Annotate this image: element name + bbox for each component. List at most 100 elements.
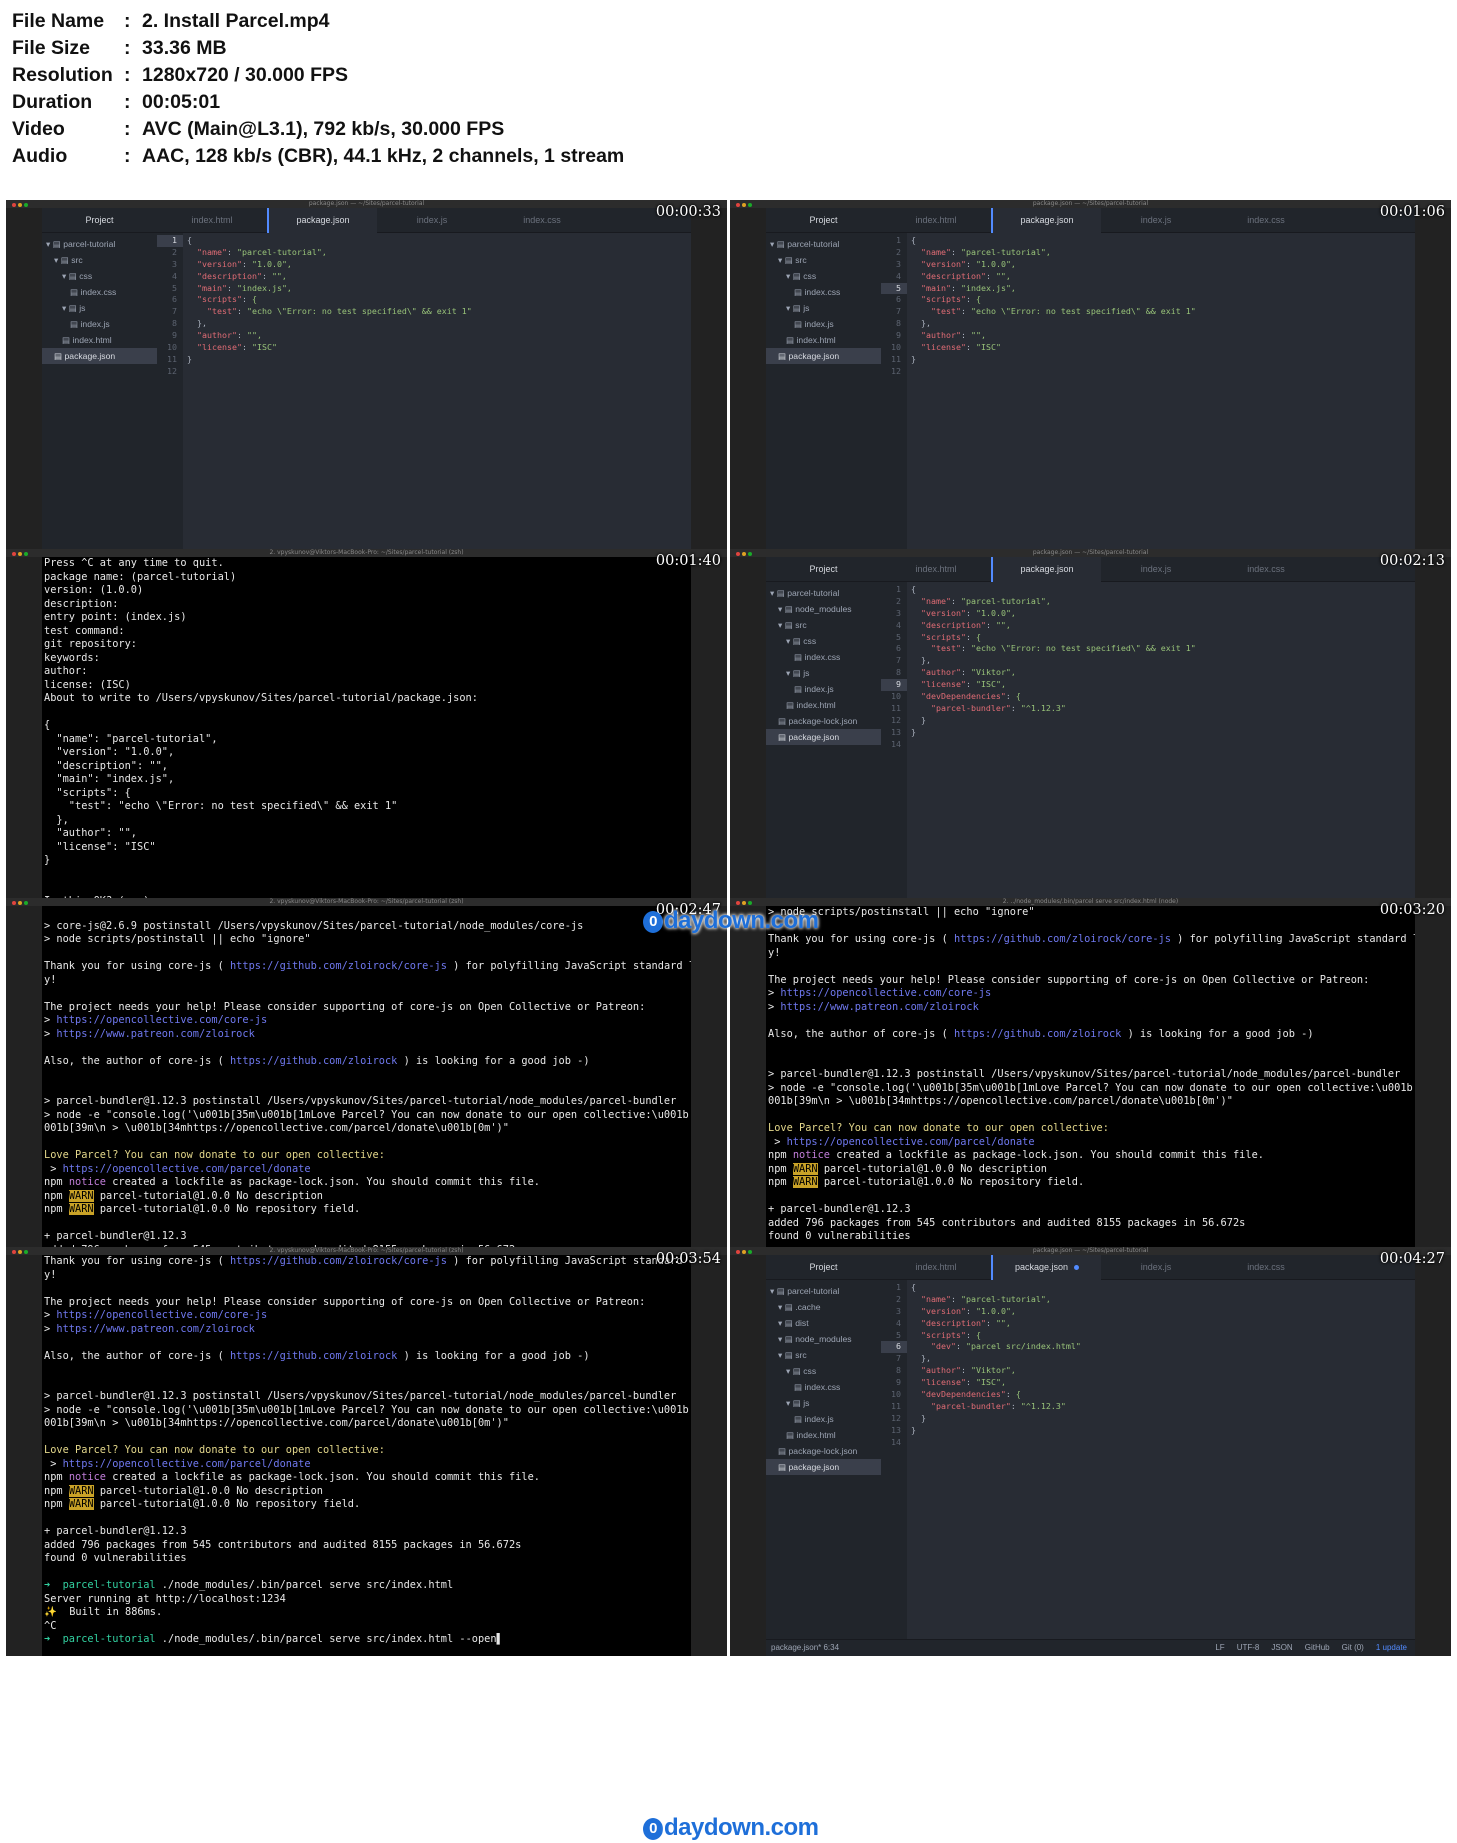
tree-item[interactable]: ▤ package.json [766,348,881,364]
terminal-link[interactable]: https://github.com/zloirock [230,1055,397,1067]
tree-item[interactable]: ▤ package.json [766,1459,881,1475]
tree-item[interactable]: ▾ ▤ parcel-tutorial [766,236,881,252]
tree-item[interactable]: ▾ ▤ parcel-tutorial [766,1283,881,1299]
close-button[interactable] [736,552,740,556]
tree-item[interactable]: ▤ index.js [766,681,881,697]
tree-item[interactable]: ▤ package-lock.json [766,1443,881,1459]
tree-item[interactable]: ▤ index.js [766,316,881,332]
status-item[interactable]: JSON [1271,1643,1292,1652]
zoom-button[interactable] [24,203,28,207]
code-area[interactable]: { "name": "parcel-tutorial", "version": … [907,1280,1415,1639]
window-controls[interactable] [11,1249,31,1254]
window-controls[interactable] [11,551,31,556]
status-item[interactable]: UTF-8 [1237,1643,1260,1652]
tree-item[interactable]: ▾ ▤ js [766,665,881,681]
tab-file[interactable]: index.html [881,208,991,233]
tab-file[interactable]: package.json [991,208,1101,233]
tree-item[interactable]: ▾ ▤ src [766,252,881,268]
minimize-button[interactable] [742,203,746,207]
tab-project[interactable]: Project [766,208,881,233]
tree-item[interactable]: ▾ ▤ css [766,633,881,649]
tree-item[interactable]: ▤ index.html [766,697,881,713]
close-button[interactable] [736,203,740,207]
close-button[interactable] [12,203,16,207]
window-controls[interactable] [735,202,755,207]
terminal-link[interactable]: https://www.patreon.com/zloirock [56,1323,254,1335]
terminal-link[interactable]: https://github.com/zloirock [230,1350,397,1362]
tree-item[interactable]: ▾ ▤ js [766,300,881,316]
window-controls[interactable] [11,900,31,905]
minimize-button[interactable] [18,1250,22,1254]
minimize-button[interactable] [742,552,746,556]
terminal-link[interactable]: https://opencollective.com/parcel/donate [63,1458,311,1470]
terminal-link[interactable]: https://www.patreon.com/zloirock [56,1028,254,1040]
tab-file[interactable]: index.html [881,1255,991,1280]
status-item[interactable]: GitHub [1305,1643,1330,1652]
zoom-button[interactable] [748,901,752,905]
window-controls[interactable] [735,551,755,556]
terminal-link[interactable]: https://opencollective.com/core-js [56,1014,267,1026]
close-button[interactable] [12,901,16,905]
code-area[interactable]: { "name": "parcel-tutorial", "version": … [907,233,1415,592]
tree-item[interactable]: ▾ ▤ node_modules [766,601,881,617]
minimize-button[interactable] [742,1250,746,1254]
terminal-link[interactable]: https://github.com/zloirock [954,1028,1121,1040]
tree-item[interactable]: ▤ index.html [766,1427,881,1443]
tree-item[interactable]: ▤ index.html [42,332,157,348]
tab-file[interactable]: index.css [1211,1255,1321,1280]
tab-file[interactable]: index.js [1101,1255,1211,1280]
tab-project[interactable]: Project [766,557,881,582]
tab-file[interactable]: index.js [1101,557,1211,582]
code-area[interactable]: { "name": "parcel-tutorial", "version": … [907,582,1415,941]
close-button[interactable] [736,1250,740,1254]
zoom-button[interactable] [24,552,28,556]
tab-file[interactable]: index.js [377,208,487,233]
tree-item[interactable]: ▤ package.json [766,729,881,745]
minimize-button[interactable] [18,552,22,556]
tab-file[interactable]: package.json [991,1255,1101,1280]
terminal-link[interactable]: https://github.com/zloirock/core-js [954,933,1171,945]
tree-item[interactable]: ▤ index.js [766,1411,881,1427]
tree-item[interactable]: ▾ ▤ node_modules [766,1331,881,1347]
tree-item[interactable]: ▾ ▤ parcel-tutorial [766,585,881,601]
tree-item[interactable]: ▾ ▤ .cache [766,1299,881,1315]
tab-file[interactable]: index.css [1211,208,1321,233]
terminal-link[interactable]: https://opencollective.com/core-js [56,1309,267,1321]
tab-file[interactable]: index.js [1101,208,1211,233]
minimize-button[interactable] [742,901,746,905]
tab-project[interactable]: Project [42,208,157,233]
tree-item[interactable]: ▤ index.html [766,332,881,348]
terminal-link[interactable]: https://opencollective.com/core-js [780,987,991,999]
terminal-link[interactable]: https://opencollective.com/parcel/donate [63,1163,311,1175]
tree-item[interactable]: ▤ index.css [766,284,881,300]
tab-file[interactable]: index.html [157,208,267,233]
tree-item[interactable]: ▤ index.js [42,316,157,332]
tree-item[interactable]: ▾ ▤ css [42,268,157,284]
tree-item[interactable]: ▾ ▤ parcel-tutorial [42,236,157,252]
tab-file[interactable]: package.json [991,557,1101,582]
tree-item[interactable]: ▾ ▤ src [42,252,157,268]
terminal-link[interactable]: https://www.patreon.com/zloirock [780,1001,978,1013]
status-item[interactable]: Git (0) [1342,1643,1364,1652]
tab-file[interactable]: index.html [881,557,991,582]
status-item[interactable]: LF [1215,1643,1224,1652]
zoom-button[interactable] [748,203,752,207]
tree-item[interactable]: ▾ ▤ dist [766,1315,881,1331]
tree-item[interactable]: ▾ ▤ js [766,1395,881,1411]
terminal-link[interactable]: https://github.com/zloirock/core-js [230,960,447,972]
tree-item[interactable]: ▤ index.css [766,1379,881,1395]
tree-item[interactable]: ▤ package.json [42,348,157,364]
tab-file[interactable]: package.json [267,208,377,233]
close-button[interactable] [12,1250,16,1254]
zoom-button[interactable] [748,552,752,556]
code-area[interactable]: { "name": "parcel-tutorial", "version": … [183,233,691,592]
terminal-window[interactable]: Thank you for using core-js ( https://gi… [42,1255,691,1656]
minimize-button[interactable] [18,203,22,207]
tree-item[interactable]: ▤ index.css [766,649,881,665]
tree-item[interactable]: ▾ ▤ css [766,268,881,284]
window-controls[interactable] [11,202,31,207]
tree-item[interactable]: ▤ package-lock.json [766,713,881,729]
zoom-button[interactable] [24,1250,28,1254]
tree-item[interactable]: ▤ index.css [42,284,157,300]
tree-item[interactable]: ▾ ▤ src [766,1347,881,1363]
